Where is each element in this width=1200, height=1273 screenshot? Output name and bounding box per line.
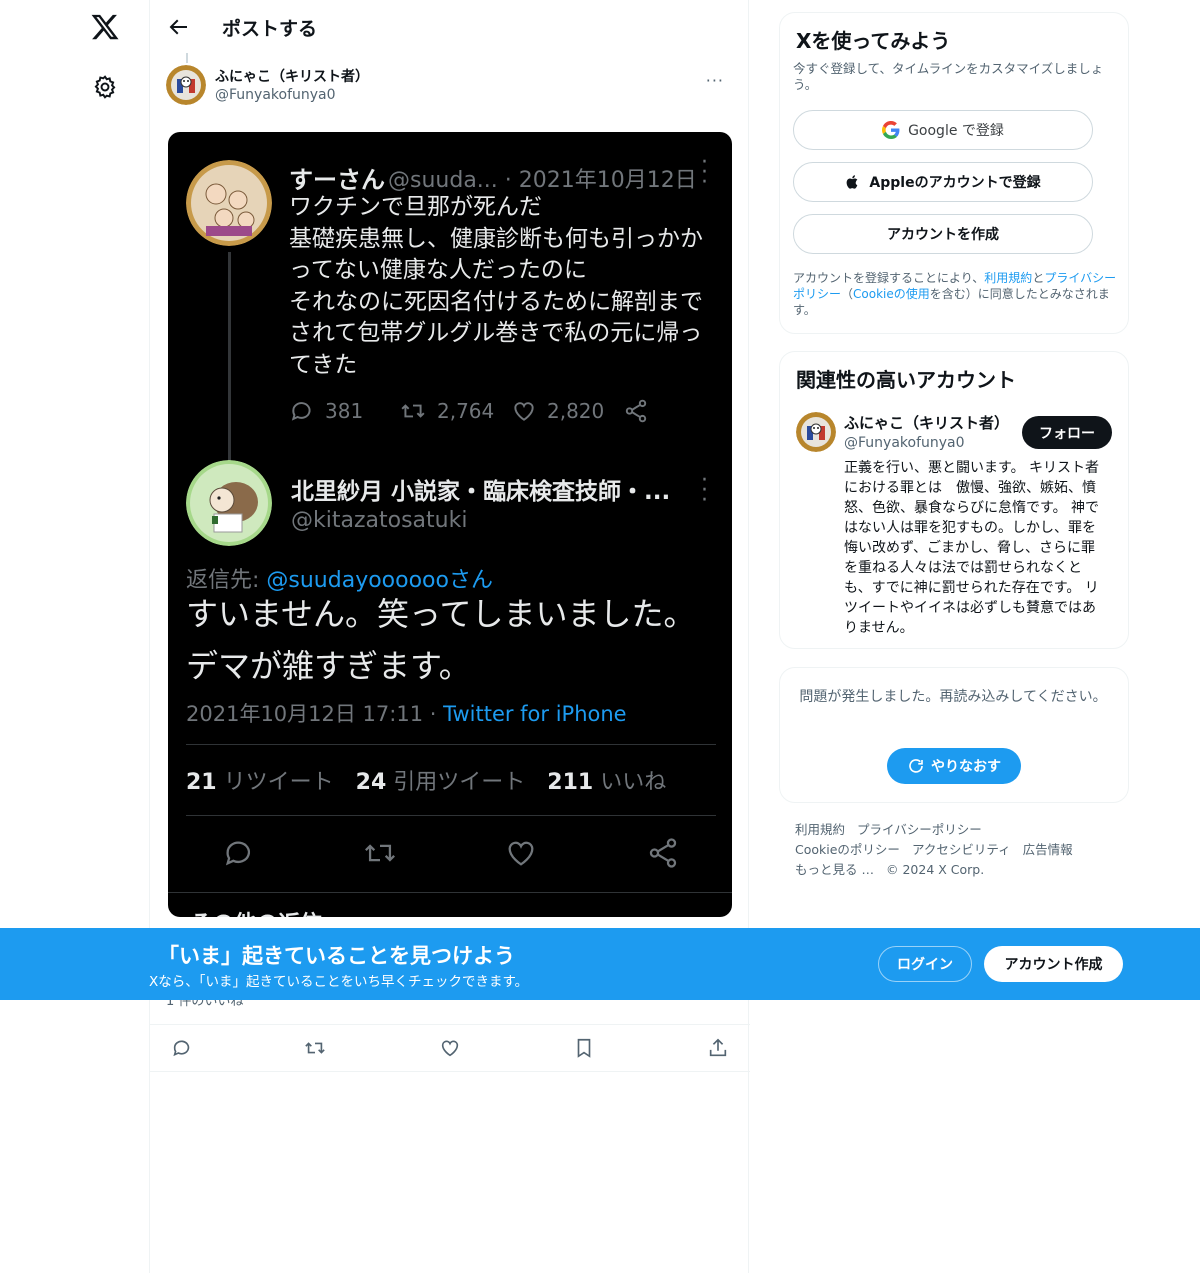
- banner-subtitle: Xなら、「いま」起きていることをいち早くチェックできます。: [149, 974, 529, 990]
- page-header: ポストする: [150, 0, 750, 53]
- google-signup-button[interactable]: Google で登録: [793, 110, 1093, 150]
- embedded-reply-handle: @kitazatosatuki: [291, 508, 468, 533]
- page-title: ポストする: [222, 18, 318, 40]
- signup-title: Xを使ってみよう: [796, 29, 951, 53]
- create-account-button[interactable]: アカウントを作成: [793, 214, 1093, 254]
- embedded-reply-body: すいません。笑ってしまいました。デマが雑すぎます。: [186, 595, 696, 685]
- bookmark-icon[interactable]: [573, 1037, 595, 1059]
- embedded-reply-time: 2021年10月12日 17:11 · Twitter for iPhone: [186, 702, 627, 726]
- embedded-action-bar: [186, 832, 716, 872]
- embedded-share-icon: [625, 399, 647, 423]
- footer-links: 利用規約 プライバシーポリシー Cookieのポリシー アクセシビリティ 広告情報 も…: [795, 820, 1115, 880]
- embedded-reply-more-icon: · · ·: [701, 468, 708, 513]
- embedded-reply-icon: [291, 402, 311, 421]
- attached-image[interactable]: すーさん @suuda... · 2021年10月12日 · · · ワクチンで旦那…: [168, 132, 732, 917]
- related-bio: 正義を行い、悪と闘います。 キリスト者における罪とは 傲慢、強欲、嫉妬、憤怒、色…: [844, 460, 1100, 636]
- retry-button[interactable]: やりなおす: [887, 748, 1021, 784]
- main-column: ポストする ふにゃこ（キリスト者） @Funyakofunya0 ··· すーさ…: [149, 0, 750, 1273]
- footer-privacy-link[interactable]: プライバシーポリシー: [857, 822, 982, 837]
- divider: [186, 815, 716, 816]
- embedded-like-stat: 2,820: [511, 398, 604, 424]
- error-card: 問題が発生しました。再読み込みしてください。 やりなおす: [779, 667, 1129, 803]
- embedded-retweet-stat: 2,764: [399, 398, 494, 424]
- related-handle[interactable]: @Funyakofunya0: [844, 435, 965, 451]
- signup-legal-text: アカウントを登録することにより、利用規約とプライバシーポリシー（Cookieの使…: [793, 271, 1117, 317]
- refresh-icon: [909, 759, 923, 773]
- embedded-orig-name: すーさん: [289, 166, 385, 194]
- embedded-avatar-1: [186, 160, 272, 246]
- cookie-link[interactable]: Cookieの使用: [853, 287, 930, 301]
- embedded-action-reply-icon: [225, 841, 251, 866]
- embedded-action-heart-icon: [508, 841, 534, 866]
- author-avatar[interactable]: [166, 65, 206, 105]
- embedded-retweet-count: 2,764: [437, 399, 495, 423]
- share-icon[interactable]: [707, 1037, 729, 1059]
- divider: [186, 744, 716, 745]
- error-message: 問題が発生しました。再読み込みしてください。: [799, 689, 1107, 705]
- login-banner: 「いま」起きていることを見つけよう Xなら、「いま」起きていることをいち早くチェ…: [0, 928, 1200, 1000]
- embedded-orig-more-icon: · · ·: [701, 150, 708, 195]
- reply-icon[interactable]: [171, 1037, 193, 1059]
- retry-label: やりなおす: [931, 759, 1001, 775]
- footer-cookie-link[interactable]: Cookieのポリシー: [795, 842, 900, 857]
- app-root: ポストする ふにゃこ（キリスト者） @Funyakofunya0 ··· すーさ…: [0, 0, 1200, 1273]
- signup-subtitle: 今すぐ登録して、タイムラインをカスタマイズしましょう。: [793, 61, 1104, 92]
- thread-line: [186, 53, 188, 63]
- embedded-retweet-icon: [401, 404, 425, 418]
- divider: [168, 892, 732, 893]
- apple-signup-label: Appleのアカウントで登録: [869, 175, 1041, 191]
- related-avatar[interactable]: [796, 412, 836, 452]
- settings-gear-icon[interactable]: [92, 74, 118, 100]
- post-action-bar: [150, 1024, 750, 1072]
- signup-card: Xを使ってみよう 今すぐ登録して、タイムラインをカスタマイズしましょう。 Goo…: [779, 12, 1129, 334]
- embedded-thread-line: [228, 252, 231, 462]
- embedded-action-share-icon: [649, 838, 677, 868]
- embedded-orig-meta: @suuda... · 2021年10月12日: [388, 168, 697, 193]
- embedded-like-count: 2,820: [547, 399, 605, 423]
- more-options-icon[interactable]: ···: [706, 71, 724, 90]
- author-name[interactable]: ふにゃこ（キリスト者）: [215, 66, 369, 86]
- related-accounts-card: 関連性の高いアカウント ふにゃこ（キリスト者） @Funyakofunya0 フ…: [779, 351, 1129, 649]
- google-icon: [882, 121, 900, 139]
- embedded-more-replies: その他の返信: [190, 906, 322, 917]
- embedded-reply-count: 381: [325, 399, 364, 423]
- embedded-orig-body: ワクチンで旦那が死んだ 基礎疾患無し、健康診断も何も引っかか ってない健康な人だ…: [289, 194, 703, 378]
- related-name[interactable]: ふにゃこ（キリスト者）: [844, 412, 1009, 433]
- banner-title: 「いま」起きていることを見つけよう: [158, 944, 515, 968]
- embedded-reply-counts: 21 リツイート 24 引用ツイート 211 いいね: [186, 770, 667, 795]
- footer-accessibility-link[interactable]: アクセシビリティ: [912, 842, 1011, 857]
- footer-copyright: © 2024 X Corp.: [885, 862, 985, 877]
- embedded-action-retweet-icon: [365, 844, 395, 862]
- follow-button[interactable]: フォロー: [1022, 416, 1112, 449]
- x-logo-icon[interactable]: [90, 12, 120, 42]
- left-nav: [0, 0, 150, 1273]
- footer-more-link[interactable]: もっと見る …: [795, 862, 874, 877]
- signup-button[interactable]: アカウント作成: [984, 946, 1123, 982]
- back-arrow-icon[interactable]: [166, 15, 190, 39]
- google-signup-label: Google で登録: [908, 123, 1004, 139]
- like-icon[interactable]: [439, 1037, 461, 1059]
- apple-icon: [847, 175, 858, 189]
- create-account-label: アカウントを作成: [887, 227, 999, 243]
- apple-signup-button[interactable]: Appleのアカウントで登録: [793, 162, 1093, 202]
- footer-ads-link[interactable]: 広告情報: [1023, 842, 1073, 857]
- embedded-avatar-2: [186, 460, 272, 546]
- embedded-orig-stats: 381 2,764 2,820: [289, 394, 719, 424]
- embedded-reply-name: 北里紗月 小説家・臨床検査技師・...: [291, 479, 671, 505]
- embedded-reply-stat: 381: [289, 398, 363, 424]
- related-title: 関連性の高いアカウント: [796, 368, 1016, 392]
- author-handle[interactable]: @Funyakofunya0: [215, 87, 336, 103]
- login-button[interactable]: ログイン: [878, 946, 972, 982]
- footer-terms-link[interactable]: 利用規約: [795, 822, 845, 837]
- terms-link[interactable]: 利用規約: [984, 271, 1032, 285]
- post-author: ふにゃこ（キリスト者） @Funyakofunya0 ···: [166, 65, 736, 109]
- embedded-heart-icon: [514, 402, 534, 421]
- retweet-icon[interactable]: [304, 1037, 326, 1059]
